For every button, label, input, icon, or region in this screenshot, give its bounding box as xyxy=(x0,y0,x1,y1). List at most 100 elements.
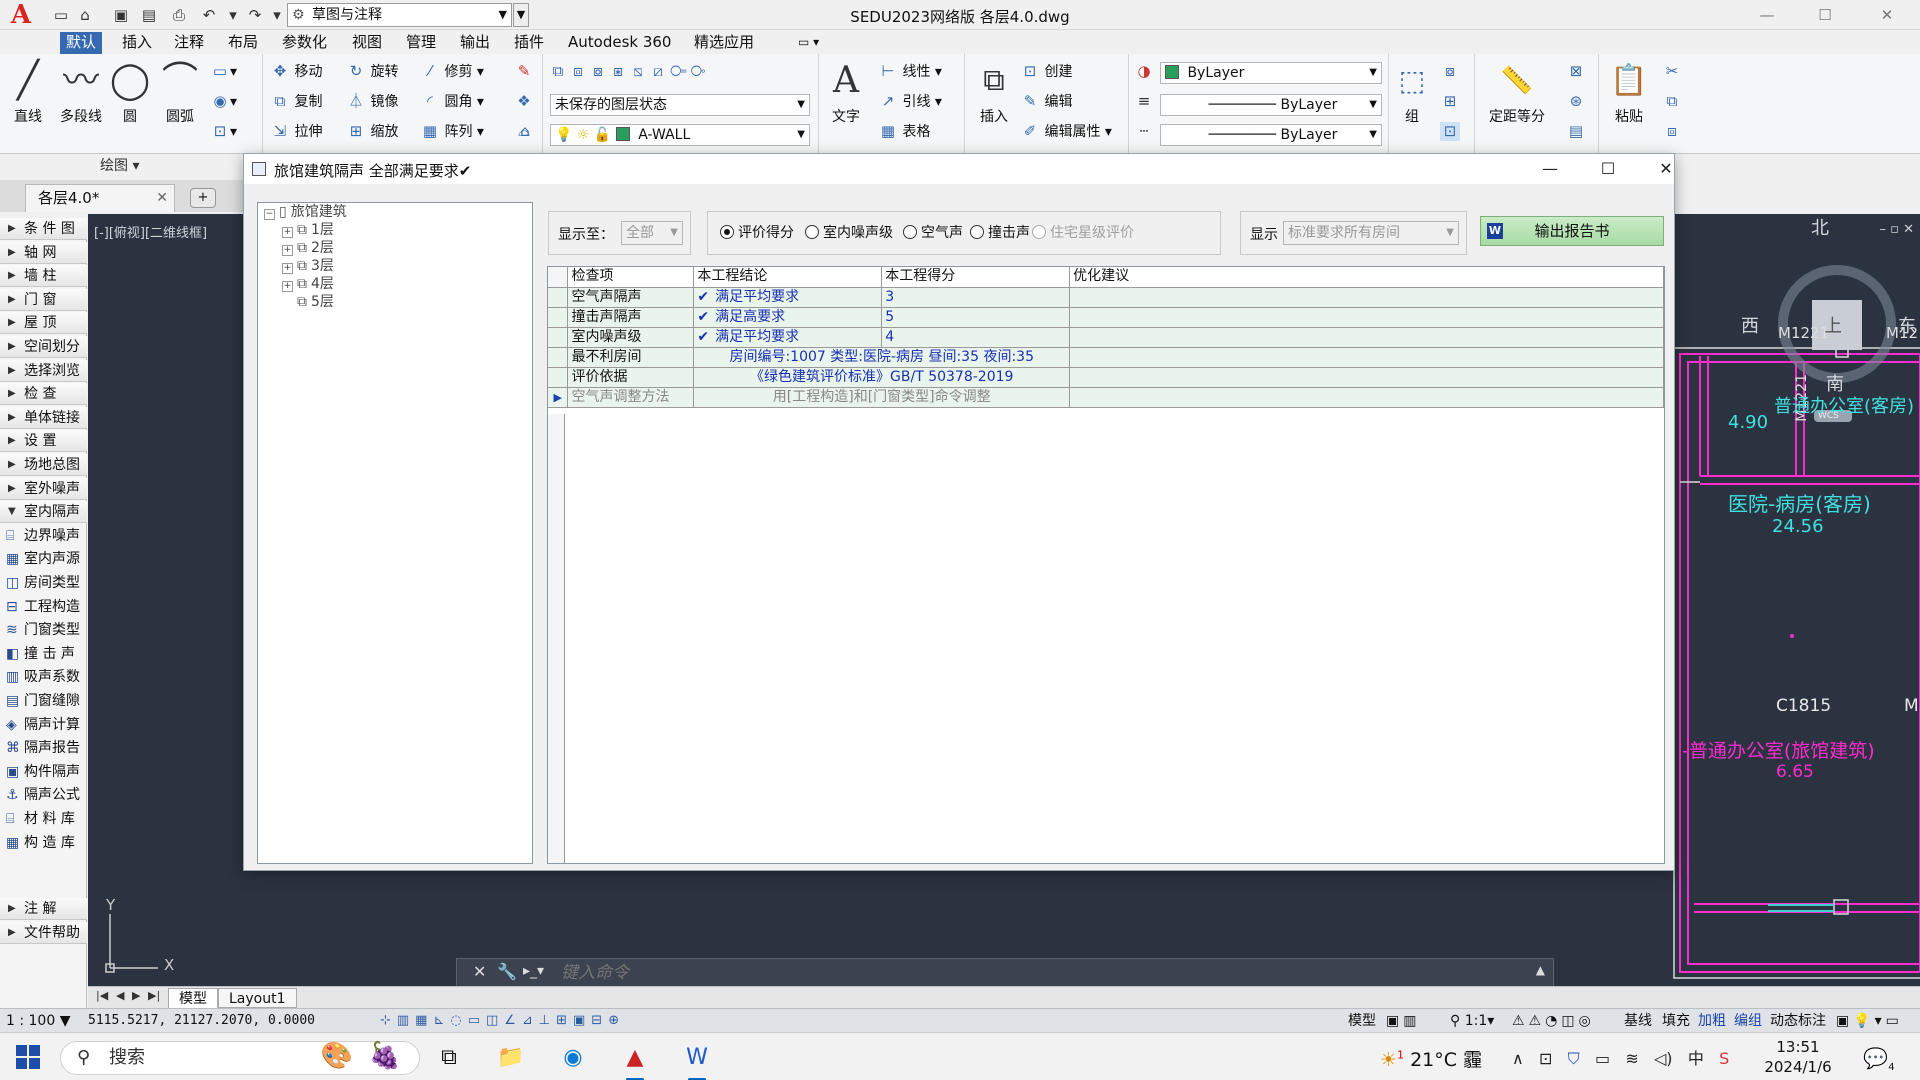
match-color-icon[interactable]: ◑ xyxy=(1134,62,1154,81)
maximize-icon[interactable]: ☐ xyxy=(1588,157,1628,181)
lineweight-select[interactable]: ──────── ByLayer ▼ xyxy=(1160,94,1382,116)
close-icon[interactable]: ✕ xyxy=(1646,157,1686,181)
tree-node-floor[interactable]: + ⧉ 2层 xyxy=(282,239,334,257)
minimize-icon[interactable]: — xyxy=(1752,4,1782,26)
compass-north[interactable]: 北 xyxy=(1811,214,1829,240)
tab-layout1[interactable]: Layout1 xyxy=(218,988,297,1008)
measure-button[interactable]: 📏 定距等分 xyxy=(1484,56,1550,126)
row-indicator[interactable] xyxy=(548,327,569,348)
palette-item[interactable]: ▶ 空间划分 xyxy=(0,336,87,358)
palette-item[interactable]: ▶ 轴 网 xyxy=(0,241,87,264)
palette-item[interactable]: ▼ 室内隔声 xyxy=(0,501,87,524)
palette-item[interactable]: ▶ 注 解 xyxy=(0,898,87,921)
tree-node-floor[interactable]: + ⧉ 3层 xyxy=(282,257,334,275)
status-hatch[interactable]: 填充 xyxy=(1662,1010,1690,1032)
table-row[interactable]: 室内噪声级 ✔ 满足平均要求 4 xyxy=(548,327,1664,348)
palette-item[interactable]: ◫ 房间类型 xyxy=(0,572,87,594)
last-tab-icon[interactable]: ▶| xyxy=(148,989,160,1002)
layer-current-select[interactable]: 💡 ☼ 🔓 A-WALL ▼ xyxy=(550,124,810,146)
select-similar-icon[interactable]: ⊛ xyxy=(1566,92,1586,111)
close-icon[interactable]: ✕ xyxy=(156,185,168,211)
column-header[interactable]: 本工程结论 xyxy=(693,267,883,288)
column-header[interactable]: 检查项 xyxy=(567,267,695,288)
word-taskbar-icon[interactable]: W xyxy=(680,1041,714,1080)
insert-block-button[interactable]: ⧉ 插入 xyxy=(970,56,1018,126)
export-report-button[interactable]: W 输出报告书 xyxy=(1480,216,1664,246)
array-button[interactable]: ▦ 阵列 ▾ xyxy=(420,122,484,141)
drafting-toggles[interactable]: ⊹▥▦⊾◌▭◫∠⊿⊥⊞▣⊟⊕ xyxy=(380,1010,625,1032)
prev-tab-icon[interactable]: ◀ xyxy=(116,989,124,1002)
status-bold[interactable]: 加粗 xyxy=(1698,1010,1726,1032)
task-view-icon[interactable]: ⧉ xyxy=(432,1041,466,1075)
trim-button[interactable]: ⁄ 修剪 ▾ xyxy=(420,62,484,81)
table-row[interactable]: 评价依据 《绿色建筑评价标准》GB/T 50378-2019 xyxy=(548,367,1664,388)
group-select-icon[interactable]: ⊡ xyxy=(1440,122,1460,141)
text-button[interactable]: A 文字 xyxy=(826,56,866,126)
row-indicator[interactable] xyxy=(548,287,569,308)
expand-icon[interactable]: + xyxy=(282,245,293,256)
palette-item[interactable]: ▶ 检 查 xyxy=(0,383,87,406)
taskbar-search[interactable]: ⚲ 搜索 xyxy=(60,1041,420,1075)
scale-button[interactable]: ⊞ 缩放 xyxy=(346,122,399,141)
column-header[interactable]: 优化建议 xyxy=(1069,267,1664,288)
layout-icons[interactable]: ▣▥ xyxy=(1386,1010,1420,1032)
maximize-icon[interactable]: ☐ xyxy=(1810,4,1840,26)
palette-item[interactable]: ▶ 屋 顶 xyxy=(0,312,87,335)
tree-node-floor[interactable]: + ⧉ 1层 xyxy=(282,221,334,239)
close-window-icon[interactable]: ✕ xyxy=(1872,4,1902,26)
battery-icon[interactable]: ▭ xyxy=(1595,1049,1610,1068)
palette-item[interactable]: ▣ 构件隔声 xyxy=(0,761,87,783)
ungroup-icon[interactable]: ⧇ xyxy=(1440,62,1460,81)
windows-start-icon[interactable] xyxy=(16,1045,40,1069)
view-mode-radio[interactable]: 室内噪声级 xyxy=(805,224,893,242)
palette-item[interactable]: ▥ 吸声系数 xyxy=(0,666,87,688)
draw-panel-label[interactable]: 绘图 ▾ xyxy=(100,155,139,175)
row-indicator[interactable] xyxy=(548,307,569,328)
table-button[interactable]: ▦ 表格 xyxy=(878,122,931,141)
palette-item[interactable]: ⌸ 边界噪声 xyxy=(0,525,87,547)
system-tray[interactable]: ∧ ⊡ ⛉ ▭ ≋ ◁) 中 S xyxy=(1512,1045,1729,1069)
tab-default[interactable]: 默认 xyxy=(60,32,103,54)
create-block-button[interactable]: ⊡ 创建 xyxy=(1020,62,1073,81)
layer-state-select[interactable]: 未保存的图层状态 ▼ xyxy=(550,94,810,116)
tab-plugins[interactable]: 插件 xyxy=(508,32,550,54)
mirror-button[interactable]: ⏃ 镜像 xyxy=(346,92,398,111)
scale-readout[interactable]: 1 : 100 ▼ xyxy=(6,1010,70,1032)
leader-button[interactable]: ↗ 引线 ▾ xyxy=(878,92,942,111)
tree-node-root[interactable]: − ▯ 旅馆建筑 xyxy=(264,203,347,221)
circle-button[interactable]: ◯ 圆 xyxy=(108,56,152,126)
edge-browser-icon[interactable]: ◉ xyxy=(556,1041,590,1075)
arc-button[interactable]: ⌒ 圆弧 xyxy=(158,56,202,126)
palette-item[interactable]: ≋ 门窗类型 xyxy=(0,619,87,641)
app-tray-icon[interactable]: S xyxy=(1719,1049,1729,1068)
tab-insert[interactable]: 插入 xyxy=(116,32,158,54)
group-button[interactable]: ⬚ 组 xyxy=(1392,56,1432,126)
palette-item[interactable]: ▦ 室内声源 xyxy=(0,548,87,570)
explode-icon[interactable]: ❖ xyxy=(514,92,534,111)
linetype-select[interactable]: ──────── ByLayer ▼ xyxy=(1160,124,1382,146)
palette-item[interactable]: ▶ 室外噪声 xyxy=(0,477,87,500)
row-indicator[interactable] xyxy=(548,367,569,388)
rotate-button[interactable]: ↻ 旋转 xyxy=(346,62,399,81)
quick-select-icon[interactable]: ⊠ xyxy=(1566,62,1586,81)
tab-featured-apps[interactable]: 精选应用 xyxy=(688,32,760,54)
next-tab-icon[interactable]: ▶ xyxy=(132,989,140,1002)
annotation-scale[interactable]: ⚲ 1:1▾ xyxy=(1450,1010,1494,1032)
erase-icon[interactable]: ✎ xyxy=(514,62,534,81)
status-tray-icons[interactable]: ▣💡▾▭ xyxy=(1836,1010,1903,1032)
layer-tools-icons[interactable]: ⧉ ⧈ ⧇ ⧆ ⧅ ⧄ ⧃⧂ xyxy=(550,62,710,81)
palette-item[interactable]: ▶ 条 件 图 xyxy=(0,218,87,240)
row-indicator[interactable] xyxy=(548,347,569,368)
layer-match-icon[interactable]: ⌂ xyxy=(515,122,535,141)
cell-advice[interactable] xyxy=(1069,307,1664,328)
table-row[interactable]: 最不利房间 房间编号:1007 类型:医院-病房 昼间:35 夜间:35 xyxy=(548,347,1664,368)
polyline-button[interactable]: 〰 多段线 xyxy=(52,56,110,126)
model-space-button[interactable]: 模型 xyxy=(1348,1010,1376,1032)
status-dynamic-dim[interactable]: 动态标注 xyxy=(1770,1010,1826,1032)
autocad-taskbar-icon[interactable]: ▲ xyxy=(618,1041,652,1080)
new-doc-tab-button[interactable]: + xyxy=(190,188,216,208)
tree-node-floor[interactable]: + ⧉ 4层 xyxy=(282,275,334,293)
chevron-up-icon[interactable]: ▲ xyxy=(1536,963,1545,977)
cell-advice[interactable] xyxy=(1069,327,1664,348)
chevron-up-icon[interactable]: ∧ xyxy=(1512,1049,1524,1068)
